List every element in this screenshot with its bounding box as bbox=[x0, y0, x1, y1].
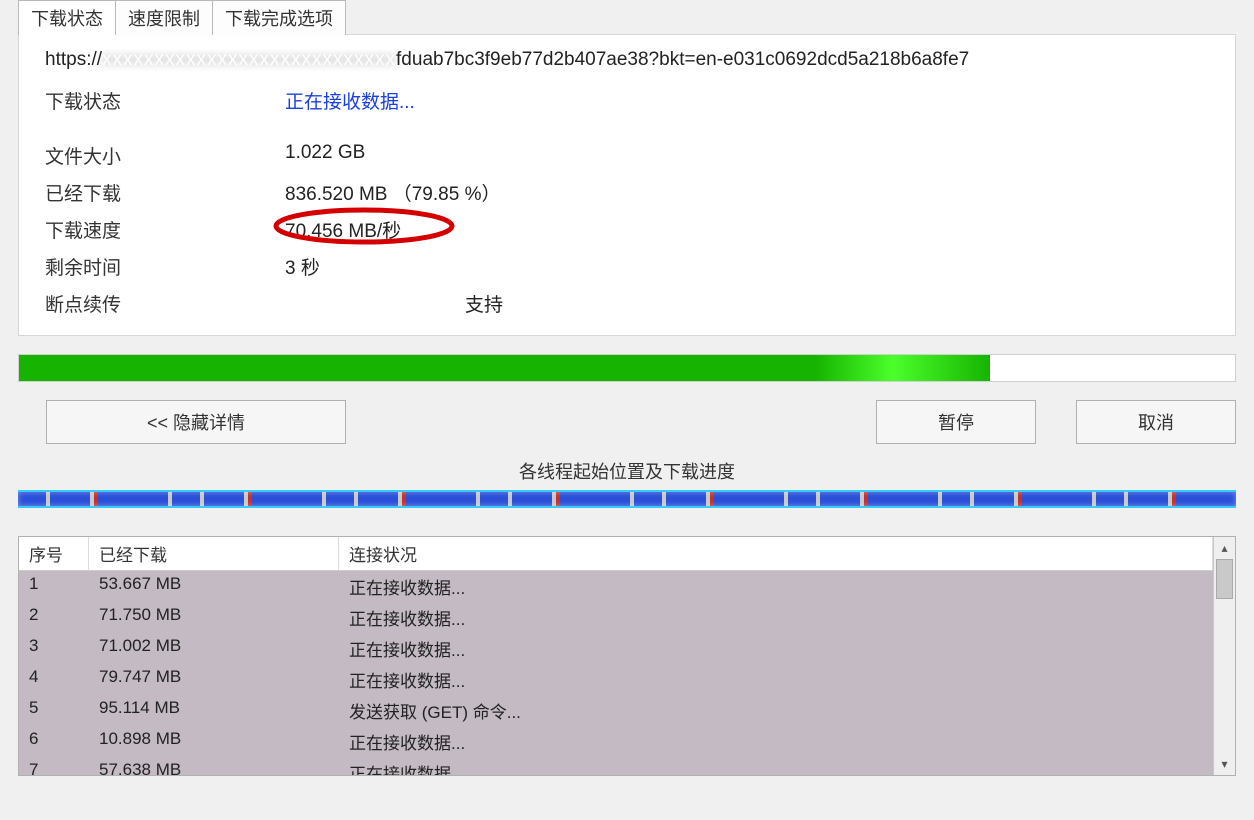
resume-label: 断点续传 bbox=[45, 290, 285, 317]
download-url: https://xxxxxxxxxxxxxxxxxxxxxxxxxxxxfdua… bbox=[45, 49, 1215, 71]
url-redacted: xxxxxxxxxxxxxxxxxxxxxxxxxxxx bbox=[102, 49, 396, 70]
cell-connection: 正在接收数据... bbox=[339, 604, 1213, 631]
cell-index: 4 bbox=[19, 666, 89, 693]
cell-index: 6 bbox=[19, 728, 89, 755]
url-prefix: https:// bbox=[45, 49, 102, 70]
downloaded-label: 已经下载 bbox=[45, 179, 285, 206]
tab-bar: 下载状态 速度限制 下载完成选项 bbox=[18, 0, 1254, 34]
scroll-up-icon[interactable]: ▴ bbox=[1214, 537, 1235, 559]
cell-downloaded: 71.002 MB bbox=[89, 635, 339, 662]
scroll-track[interactable] bbox=[1214, 559, 1235, 753]
cell-downloaded: 57.638 MB bbox=[89, 759, 339, 775]
col-index[interactable]: 序号 bbox=[19, 537, 89, 570]
cell-index: 5 bbox=[19, 697, 89, 724]
scrollbar[interactable]: ▴ ▾ bbox=[1213, 537, 1235, 775]
tab-complete-options[interactable]: 下载完成选项 bbox=[212, 0, 346, 35]
status-value: 正在接收数据... bbox=[285, 87, 415, 114]
table-row[interactable]: 757.638 MB正在接收数据... bbox=[19, 757, 1213, 775]
cell-index: 2 bbox=[19, 604, 89, 631]
cancel-button[interactable]: 取消 bbox=[1076, 400, 1236, 444]
col-connection[interactable]: 连接状况 bbox=[339, 537, 1213, 570]
cell-downloaded: 53.667 MB bbox=[89, 573, 339, 600]
download-info-panel: https://xxxxxxxxxxxxxxxxxxxxxxxxxxxxfdua… bbox=[18, 34, 1236, 336]
cell-index: 1 bbox=[19, 573, 89, 600]
button-row: << 隐藏详情 暂停 取消 bbox=[46, 400, 1236, 444]
scroll-thumb[interactable] bbox=[1216, 559, 1233, 599]
tab-speed-limit[interactable]: 速度限制 bbox=[115, 0, 213, 35]
table-header: 序号 已经下载 连接状况 bbox=[19, 537, 1213, 571]
table-row[interactable]: 271.750 MB正在接收数据... bbox=[19, 602, 1213, 633]
hide-details-button[interactable]: << 隐藏详情 bbox=[46, 400, 346, 444]
pause-button[interactable]: 暂停 bbox=[876, 400, 1036, 444]
cell-connection: 正在接收数据... bbox=[339, 573, 1213, 600]
tab-download-status[interactable]: 下载状态 bbox=[18, 0, 116, 35]
cell-connection: 正在接收数据... bbox=[339, 666, 1213, 693]
cell-downloaded: 95.114 MB bbox=[89, 697, 339, 724]
progress-bar bbox=[18, 354, 1236, 382]
scroll-down-icon[interactable]: ▾ bbox=[1214, 753, 1235, 775]
filesize-label: 文件大小 bbox=[45, 142, 285, 169]
cell-connection: 正在接收数据... bbox=[339, 728, 1213, 755]
progress-fill bbox=[19, 355, 990, 381]
cell-downloaded: 10.898 MB bbox=[89, 728, 339, 755]
threads-table: 序号 已经下载 连接状况 153.667 MB正在接收数据...271.750 … bbox=[18, 536, 1236, 776]
remaining-value: 3 秒 bbox=[285, 253, 320, 280]
cell-downloaded: 79.747 MB bbox=[89, 666, 339, 693]
resume-value: 支持 bbox=[465, 290, 503, 317]
filesize-value: 1.022 GB bbox=[285, 142, 365, 169]
speed-label: 下载速度 bbox=[45, 216, 285, 243]
cell-connection: 发送获取 (GET) 命令... bbox=[339, 697, 1213, 724]
cell-index: 3 bbox=[19, 635, 89, 662]
downloaded-value: 836.520 MB （79.85 %） bbox=[285, 179, 500, 206]
cell-downloaded: 71.750 MB bbox=[89, 604, 339, 631]
speed-value: 70.456 MB/秒 bbox=[285, 221, 401, 242]
cell-index: 7 bbox=[19, 759, 89, 775]
table-row[interactable]: 153.667 MB正在接收数据... bbox=[19, 571, 1213, 602]
remaining-label: 剩余时间 bbox=[45, 253, 285, 280]
threads-heading: 各线程起始位置及下载进度 bbox=[0, 458, 1254, 484]
url-suffix: fduab7bc3f9eb77d2b407ae38?bkt=en-e031c06… bbox=[396, 49, 969, 70]
table-row[interactable]: 610.898 MB正在接收数据... bbox=[19, 726, 1213, 757]
thread-position-bar bbox=[18, 490, 1236, 508]
cell-connection: 正在接收数据... bbox=[339, 759, 1213, 775]
col-downloaded[interactable]: 已经下载 bbox=[89, 537, 339, 570]
table-row[interactable]: 479.747 MB正在接收数据... bbox=[19, 664, 1213, 695]
table-row[interactable]: 371.002 MB正在接收数据... bbox=[19, 633, 1213, 664]
table-row[interactable]: 595.114 MB发送获取 (GET) 命令... bbox=[19, 695, 1213, 726]
status-label: 下载状态 bbox=[45, 87, 285, 114]
cell-connection: 正在接收数据... bbox=[339, 635, 1213, 662]
